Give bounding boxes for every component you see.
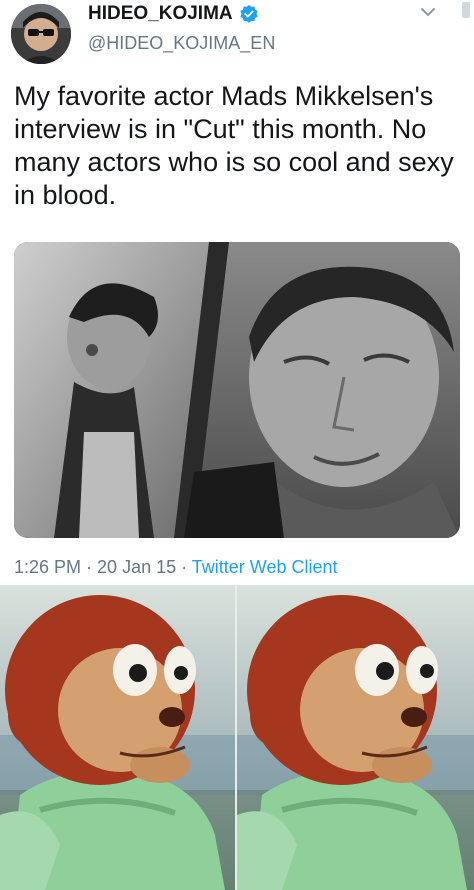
- author-name-row[interactable]: HIDEO_KOJIMA: [88, 3, 259, 25]
- chevron-down-icon[interactable]: [419, 5, 437, 19]
- tweet-card: HIDEO_KOJIMA @HIDEO_KOJIMA_EN My favorit…: [0, 0, 474, 585]
- meta-separator-1: ·: [81, 557, 98, 577]
- tweet-date[interactable]: 20 Jan 15: [97, 557, 176, 577]
- tweet-meta: 1:26 PM · 20 Jan 15 · Twitter Web Client: [14, 557, 338, 578]
- tweet-time[interactable]: 1:26 PM: [14, 557, 81, 577]
- avatar-photo: [11, 4, 71, 64]
- tweet-text: My favorite actor Mads Mikkelsen's inter…: [14, 81, 454, 210]
- puppet-monkey-glance-illustration: [0, 585, 235, 890]
- meme-panel-right: [237, 585, 474, 890]
- profile-avatar[interactable]: [11, 4, 71, 64]
- meta-separator-2: ·: [176, 557, 192, 577]
- verified-badge-icon: [239, 4, 258, 23]
- tweet-client-link[interactable]: Twitter Web Client: [192, 557, 338, 577]
- puppet-monkey-look-away-illustration: [237, 585, 474, 890]
- actor-photo-collage: [14, 242, 460, 538]
- tweet-media-image[interactable]: [14, 242, 460, 538]
- display-name[interactable]: HIDEO_KOJIMA: [88, 3, 233, 25]
- meme-panel-left: [0, 585, 235, 890]
- meme-image: [0, 585, 474, 890]
- scroll-edge-marker: [462, 2, 470, 18]
- user-handle[interactable]: @HIDEO_KOJIMA_EN: [88, 33, 275, 54]
